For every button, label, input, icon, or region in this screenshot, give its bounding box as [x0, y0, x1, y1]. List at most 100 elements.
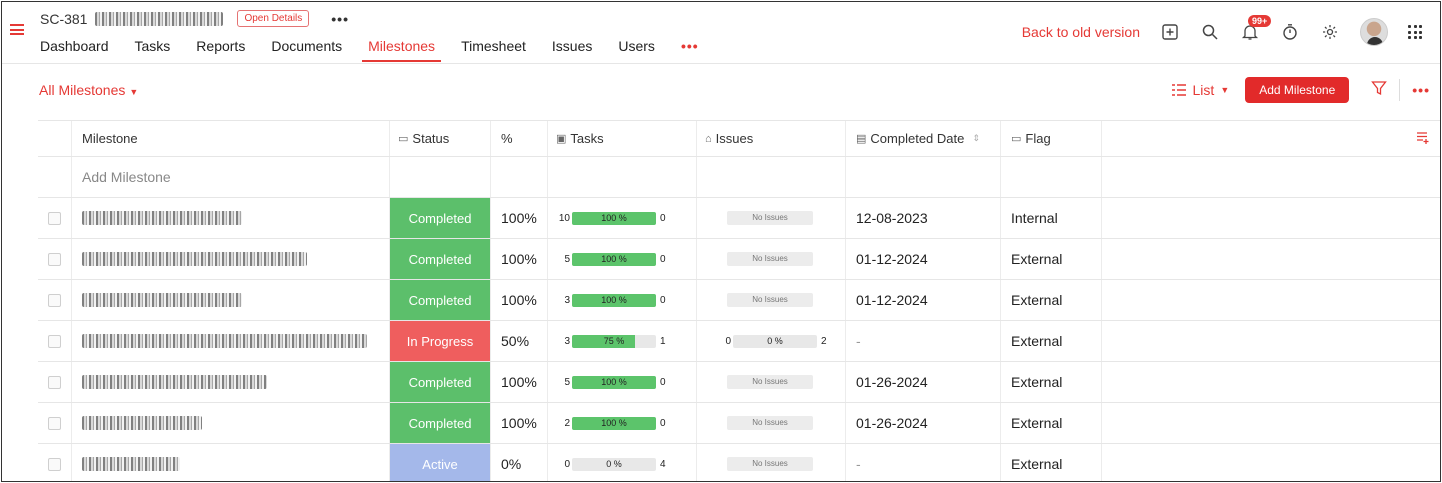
milestone-name-cell[interactable] [72, 239, 390, 279]
row-checkbox[interactable] [48, 293, 61, 307]
completed-count: 2 [564, 417, 570, 429]
row-checkbox[interactable] [48, 252, 61, 266]
tab-users[interactable]: Users [618, 38, 655, 60]
row-checkbox[interactable] [48, 211, 61, 225]
milestone-name-cell[interactable] [72, 444, 390, 481]
issues-cell[interactable]: No Issues [697, 239, 846, 279]
status-badge[interactable]: Completed [390, 198, 490, 238]
status-badge[interactable]: Completed [390, 403, 490, 443]
table-row[interactable]: Completed 100% 3 100 % 0 No Issues 01-12-2024 E… [38, 280, 1440, 321]
tab-tasks[interactable]: Tasks [135, 38, 171, 60]
tab-documents[interactable]: Documents [271, 38, 342, 60]
tasks-cell[interactable]: 5 100 % 0 [548, 239, 697, 279]
table-row[interactable]: Active 0% 0 0 % 4 No Issues - External [38, 444, 1440, 481]
col-issues[interactable]: ⌂ Issues [697, 121, 846, 156]
row-checkbox[interactable] [48, 334, 61, 348]
header-spacer [1102, 121, 1440, 156]
progress-label: 0 % [606, 458, 622, 469]
status-cell[interactable]: Completed [390, 280, 491, 320]
status-cell[interactable]: In Progress [390, 321, 491, 361]
flag-cell[interactable]: External [1001, 362, 1102, 402]
flag-cell[interactable]: External [1001, 444, 1102, 481]
timer-icon[interactable] [1280, 22, 1300, 42]
status-badge[interactable]: Completed [390, 280, 490, 320]
issues-cell[interactable]: No Issues [697, 444, 846, 481]
user-avatar[interactable] [1360, 18, 1388, 46]
tasks-cell[interactable]: 10 100 % 0 [548, 198, 697, 238]
project-header: SC-381 Open Details ••• [40, 10, 349, 27]
table-row[interactable]: Completed 100% 2 100 % 0 No Issues 01-26-2024 E… [38, 403, 1440, 444]
hamburger-menu-icon[interactable] [10, 24, 24, 35]
milestone-name-cell[interactable] [72, 280, 390, 320]
flag-cell[interactable]: External [1001, 239, 1102, 279]
table-row[interactable]: Completed 100% 10 100 % 0 No Issues 12-08-2023… [38, 198, 1440, 239]
column-settings-icon[interactable] [1416, 131, 1430, 148]
status-cell[interactable]: Completed [390, 362, 491, 402]
status-cell[interactable]: Completed [390, 198, 491, 238]
status-badge[interactable]: Completed [390, 239, 490, 279]
flag-cell[interactable]: External [1001, 321, 1102, 361]
toolbar-more-icon[interactable]: ••• [1412, 82, 1430, 98]
issues-cell[interactable]: No Issues [697, 280, 846, 320]
gear-icon[interactable] [1320, 22, 1340, 42]
status-badge[interactable]: Active [390, 444, 490, 481]
milestone-name-cell[interactable] [72, 403, 390, 443]
tab-milestones[interactable]: Milestones [362, 38, 441, 62]
col-tasks-label: Tasks [570, 131, 604, 146]
flag-cell[interactable]: External [1001, 280, 1102, 320]
col-tasks[interactable]: ▣ Tasks [548, 121, 697, 156]
view-switcher[interactable]: List ▼ [1171, 82, 1229, 98]
sort-icon[interactable]: ⇕ [972, 133, 980, 144]
tab-dashboard[interactable]: Dashboard [40, 38, 109, 60]
tasks-cell[interactable]: 0 0 % 4 [548, 444, 697, 481]
issues-cell[interactable]: No Issues [697, 403, 846, 443]
all-milestones-dropdown[interactable]: All Milestones ▼ [39, 82, 138, 98]
add-icon[interactable] [1160, 22, 1180, 42]
tabs-more-icon[interactable]: ••• [681, 38, 699, 60]
add-milestone-button[interactable]: Add Milestone [1245, 77, 1350, 103]
status-badge[interactable]: Completed [390, 362, 490, 402]
row-check-cell [38, 444, 72, 481]
back-to-old-version-link[interactable]: Back to old version [1022, 24, 1140, 40]
add-milestone-input[interactable]: Add Milestone [72, 157, 390, 197]
milestone-name-cell[interactable] [72, 321, 390, 361]
issues-cell[interactable]: No Issues [697, 198, 846, 238]
tasks-cell[interactable]: 2 100 % 0 [548, 403, 697, 443]
col-completed-date[interactable]: ▤ Completed Date ⇕ [846, 121, 1001, 156]
issues-cell[interactable]: No Issues [697, 362, 846, 402]
status-cell[interactable]: Completed [390, 403, 491, 443]
col-status[interactable]: ▭ Status [390, 121, 491, 156]
tab-timesheet[interactable]: Timesheet [461, 38, 526, 60]
app-grid-icon[interactable] [1408, 25, 1422, 39]
open-details-button[interactable]: Open Details [237, 10, 310, 27]
tab-issues[interactable]: Issues [552, 38, 592, 60]
col-milestone[interactable]: Milestone [72, 121, 390, 156]
completed-date-cell: 01-26-2024 [846, 362, 1001, 402]
status-badge[interactable]: In Progress [390, 321, 490, 361]
status-cell[interactable]: Completed [390, 239, 491, 279]
row-checkbox[interactable] [48, 416, 61, 430]
progress-label: 100 % [601, 294, 627, 305]
tasks-cell[interactable]: 5 100 % 0 [548, 362, 697, 402]
col-issues-label: Issues [715, 131, 754, 146]
col-percent[interactable]: % [491, 121, 548, 156]
filter-icon[interactable] [1371, 80, 1388, 101]
row-checkbox[interactable] [48, 375, 61, 389]
bell-icon[interactable]: 99+ [1240, 15, 1272, 42]
status-cell[interactable]: Active [390, 444, 491, 481]
search-icon[interactable] [1200, 22, 1220, 42]
table-row[interactable]: Completed 100% 5 100 % 0 No Issues 01-12-2024 E… [38, 239, 1440, 280]
flag-cell[interactable]: External [1001, 403, 1102, 443]
tasks-cell[interactable]: 3 75 % 1 [548, 321, 697, 361]
milestone-name-cell[interactable] [72, 198, 390, 238]
tab-reports[interactable]: Reports [196, 38, 245, 60]
tasks-cell[interactable]: 3 100 % 0 [548, 280, 697, 320]
issues-cell[interactable]: 0 0 % 2 [697, 321, 846, 361]
table-row[interactable]: In Progress 50% 3 75 % 1 0 0 % 2 - External [38, 321, 1440, 362]
table-row[interactable]: Completed 100% 5 100 % 0 No Issues 01-26-2024 E… [38, 362, 1440, 403]
flag-cell[interactable]: Internal [1001, 198, 1102, 238]
row-checkbox[interactable] [48, 457, 61, 471]
milestone-name-cell[interactable] [72, 362, 390, 402]
project-more-icon[interactable]: ••• [331, 11, 349, 27]
col-flag[interactable]: ▭ Flag [1001, 121, 1102, 156]
